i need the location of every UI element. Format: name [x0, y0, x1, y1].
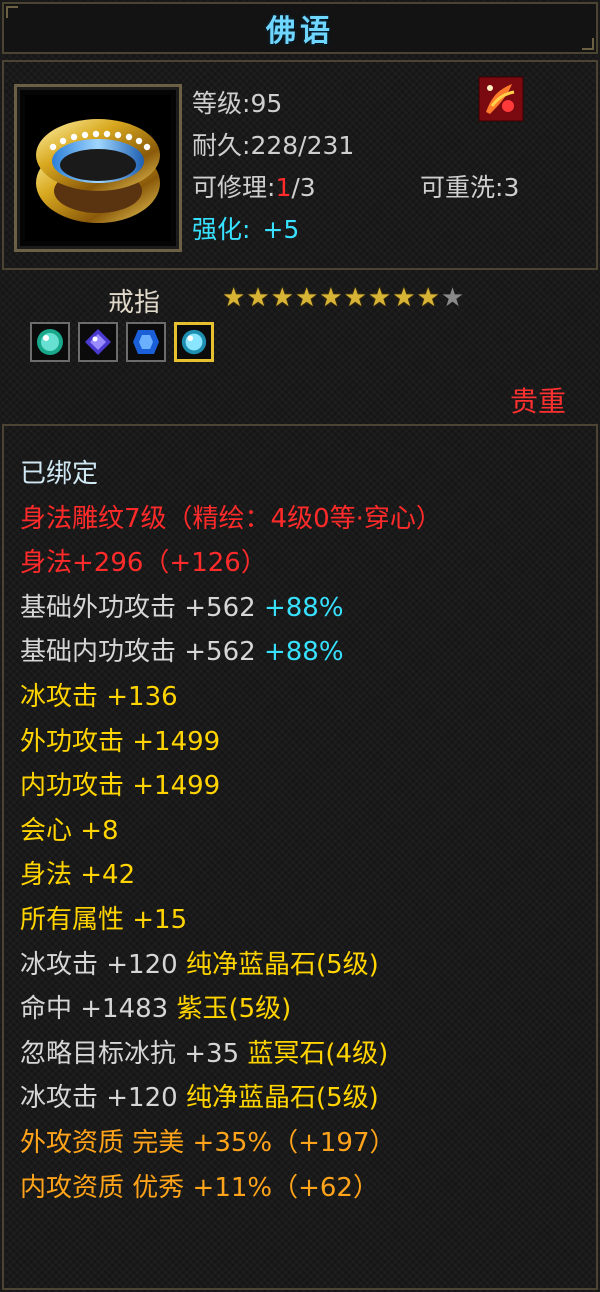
star-filled-icon: ★ [319, 283, 343, 313]
enhance-value: +5 [262, 215, 300, 244]
property-row: 冰攻击 +120 纯净蓝晶石(5级) [20, 943, 442, 988]
property-extra: 纯净蓝晶石(5级) [185, 949, 379, 980]
property-text: 已绑定 [20, 459, 99, 489]
level-row: 等级:95 [192, 84, 282, 120]
durability-value: 228/231 [250, 131, 355, 160]
property-row: 外功攻击 +1499 [20, 720, 442, 765]
item-icon-frame[interactable] [14, 84, 182, 252]
property-text: 内功攻击 +1499 [20, 771, 221, 802]
property-extra: 蓝冥石(4级) [247, 1038, 389, 1069]
property-row: 冰攻击 +120 纯净蓝晶石(5级) [20, 1076, 442, 1121]
bound-seal-icon [478, 76, 524, 122]
star-filled-icon: ★ [343, 283, 367, 313]
title-bar: 佛语 [2, 2, 598, 54]
property-text: 身法雕纹7级（精绘：4级0等·穿心） [20, 503, 442, 534]
property-extra: +88% [263, 592, 344, 623]
item-tooltip-panel: 佛语 等级:95 耐久:228/231 可修理:1/3 可重洗:3 强化: +5… [0, 0, 600, 1292]
star-rating: ★ ★ ★ ★ ★ ★ ★ ★ ★ ★ [222, 284, 464, 312]
gem-socket-2[interactable] [78, 322, 118, 362]
property-extra: +88% [263, 637, 344, 668]
property-row: 所有属性 +15 [20, 898, 442, 943]
property-text: 冰攻击 +120 [20, 949, 186, 980]
property-row: 身法+296（+126） [20, 541, 442, 586]
property-text: 外攻资质 完美 +35%（+197） [20, 1127, 396, 1158]
rewash-label: 可重洗: [420, 173, 504, 202]
repair-label: 可修理: [192, 173, 276, 202]
property-text: 身法+296（+126） [20, 548, 267, 579]
property-text: 所有属性 +15 [20, 904, 188, 935]
property-text: 冰攻击 +120 [20, 1083, 186, 1114]
property-row: 会心 +8 [20, 809, 442, 854]
rewash-value: 3 [503, 173, 520, 202]
star-filled-icon: ★ [222, 283, 246, 313]
durability-row: 耐久:228/231 [192, 126, 354, 162]
repair-current: 1 [275, 173, 292, 202]
property-text: 基础外功攻击 +562 [20, 592, 264, 623]
property-extra: 紫玉(5级) [176, 994, 292, 1025]
property-text: 身法 +42 [20, 860, 136, 891]
star-filled-icon: ★ [246, 283, 270, 313]
property-row: 内功攻击 +1499 [20, 764, 442, 809]
star-filled-icon: ★ [367, 283, 392, 313]
property-text: 冰攻击 +136 [20, 681, 178, 712]
rewash-row: 可重洗:3 [420, 168, 519, 204]
property-row: 外攻资质 完美 +35%（+197） [20, 1121, 442, 1166]
cyan-gem-icon [181, 329, 207, 355]
property-text: 命中 +1483 [20, 994, 177, 1025]
property-list: 已绑定身法雕纹7级（精绘：4级0等·穿心） 身法+296（+126） 基础外功攻击 … [20, 452, 442, 1210]
property-text: 外功攻击 +1499 [20, 726, 221, 757]
blue-gem-icon [133, 330, 159, 354]
green-blue-gem-icon [37, 329, 63, 355]
level-label: 等级: [192, 89, 251, 118]
property-row: 身法 +42 [20, 853, 442, 898]
star-filled-icon: ★ [416, 283, 440, 313]
property-row: 已绑定 [20, 452, 442, 497]
property-row: 基础内功攻击 +562 +88% [20, 630, 442, 675]
ring-icon [25, 95, 171, 241]
item-name-title: 佛语 [266, 14, 334, 49]
property-row: 身法雕纹7级（精绘：4级0等·穿心） [20, 497, 442, 542]
property-text: 忽略目标冰抗 +35 [20, 1038, 248, 1069]
durability-label: 耐久: [192, 131, 251, 160]
property-row: 基础外功攻击 +562 +88% [20, 586, 442, 631]
star-empty-icon: ★ [440, 283, 465, 313]
gem-socket-3[interactable] [126, 322, 166, 362]
repair-row: 可修理:1/3 [192, 168, 316, 204]
item-type: 戒指 [108, 288, 161, 318]
rarity-label: 贵重 [510, 385, 567, 418]
property-row: 命中 +1483 紫玉(5级) [20, 987, 442, 1032]
property-row: 内攻资质 优秀 +11%（+62） [20, 1166, 442, 1211]
star-filled-icon: ★ [392, 283, 416, 313]
property-text: 基础内功攻击 +562 [20, 637, 264, 668]
purple-gem-icon [85, 329, 111, 355]
property-extra: 纯净蓝晶石(5级) [185, 1083, 379, 1114]
enhance-label: 强化: [192, 215, 251, 244]
gem-sockets [30, 322, 214, 362]
gem-socket-1[interactable] [30, 322, 70, 362]
property-text: 会心 +8 [20, 815, 119, 846]
property-text: 内攻资质 优秀 +11%（+62） [20, 1172, 379, 1203]
property-row: 冰攻击 +136 [20, 675, 442, 720]
enhance-row: 强化: +5 [192, 210, 299, 246]
repair-total: /3 [291, 173, 316, 202]
property-row: 忽略目标冰抗 +35 蓝冥石(4级) [20, 1032, 442, 1077]
gem-socket-4[interactable] [174, 322, 214, 362]
star-filled-icon: ★ [270, 283, 294, 313]
star-filled-icon: ★ [294, 283, 319, 313]
level-value: 95 [250, 89, 283, 118]
